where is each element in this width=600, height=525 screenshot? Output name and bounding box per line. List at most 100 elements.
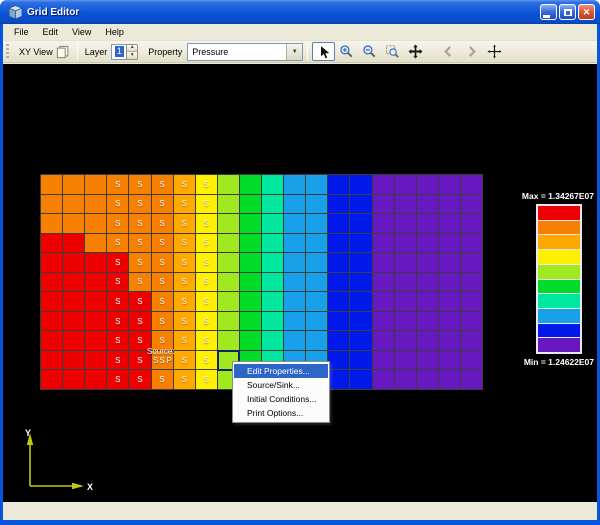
grid-cell[interactable] [395,292,417,312]
grid-cell[interactable] [373,273,395,293]
next-button[interactable] [460,42,483,61]
grid-cell[interactable]: S [129,214,151,234]
grid-cell[interactable] [306,253,328,273]
grid-cell[interactable]: S [152,370,174,390]
grid-cell[interactable]: S [174,253,196,273]
grid-cell[interactable] [240,273,262,293]
grid-cell[interactable]: S [196,292,218,312]
grid-cell[interactable] [328,351,350,371]
menu-file[interactable]: File [7,25,36,39]
grid-cell[interactable] [262,195,284,215]
grid-cell[interactable] [373,351,395,371]
grid-cell[interactable] [328,253,350,273]
grid-cell[interactable] [328,292,350,312]
grid-cell[interactable]: S [174,351,196,371]
grid-cell[interactable] [306,234,328,254]
previous-button[interactable] [437,42,460,61]
grid-cell[interactable] [373,253,395,273]
grid-cell[interactable] [439,195,461,215]
context-menu-item[interactable]: Initial Conditions... [234,392,328,406]
grid-cell[interactable]: S [107,351,129,371]
grid-cell[interactable] [41,175,63,195]
grid-cell[interactable] [439,234,461,254]
grid-cell[interactable] [350,292,372,312]
grid-cell[interactable] [439,214,461,234]
grid-cell[interactable] [373,234,395,254]
toolbar-grip[interactable] [6,44,9,59]
grid-cell[interactable] [350,370,372,390]
grid-cell[interactable]: S [129,370,151,390]
grid-cell[interactable]: S [152,273,174,293]
grid-cell[interactable]: S [107,195,129,215]
grid-cell[interactable] [63,273,85,293]
grid-cell[interactable] [461,292,483,312]
grid-cell[interactable]: S [152,195,174,215]
grid-cell[interactable] [284,175,306,195]
grid-cell[interactable] [439,331,461,351]
grid-cell[interactable]: S [196,234,218,254]
grid-cell[interactable]: S [174,370,196,390]
grid-cell[interactable] [417,175,439,195]
grid-cell[interactable] [284,253,306,273]
close-button[interactable]: ✕ [578,4,595,20]
grid-cell[interactable] [461,370,483,390]
grid-cell[interactable]: S [196,370,218,390]
grid-cell[interactable] [240,214,262,234]
grid-cell[interactable]: S [152,253,174,273]
title-bar[interactable]: Grid Editor ✕ [0,0,600,24]
grid-cell[interactable]: S [196,175,218,195]
grid-cell[interactable] [461,175,483,195]
grid-cell[interactable]: S [196,253,218,273]
grid-cell[interactable] [417,351,439,371]
grid-cell[interactable] [395,175,417,195]
grid-cell[interactable]: S [129,312,151,332]
grid-cell[interactable] [218,195,240,215]
grid-cell[interactable] [63,331,85,351]
grid-cell[interactable]: S [107,370,129,390]
grid-cell[interactable]: S [196,351,218,371]
grid-cell[interactable] [262,312,284,332]
grid-cell[interactable] [350,175,372,195]
grid-cell[interactable]: S [196,214,218,234]
grid-cell[interactable]: S [152,292,174,312]
grid-cell[interactable] [284,273,306,293]
grid-cell[interactable] [85,234,107,254]
grid-cell[interactable] [328,234,350,254]
grid-cell[interactable]: S [107,214,129,234]
grid-cell[interactable] [350,214,372,234]
grid-cell[interactable] [63,312,85,332]
grid-cell[interactable]: S [196,195,218,215]
grid-cell[interactable] [417,370,439,390]
grid-cell[interactable] [395,273,417,293]
grid-cell[interactable] [284,195,306,215]
grid-cell[interactable] [350,351,372,371]
grid-cell[interactable] [350,234,372,254]
grid-cell[interactable] [240,195,262,215]
grid-cell[interactable] [41,195,63,215]
grid-cell[interactable]: S [174,312,196,332]
grid-cell[interactable] [461,351,483,371]
grid-cell[interactable] [85,175,107,195]
menu-view[interactable]: View [65,25,98,39]
grid-cell[interactable] [85,351,107,371]
grid-cell[interactable] [395,195,417,215]
grid-cell[interactable] [417,253,439,273]
grid-cell[interactable] [439,292,461,312]
grid-cell[interactable]: S [152,234,174,254]
grid-cell[interactable] [41,214,63,234]
grid-cell[interactable] [373,331,395,351]
grid-cell[interactable] [218,253,240,273]
grid-cell[interactable] [461,312,483,332]
grid-cell[interactable] [373,175,395,195]
grid-cell[interactable] [85,253,107,273]
grid-cell[interactable] [41,273,63,293]
grid-cell[interactable] [350,273,372,293]
grid-cell[interactable] [41,234,63,254]
layer-spin-down-button[interactable]: ▼ [127,51,137,59]
grid-cell[interactable] [395,312,417,332]
grid-cell[interactable] [262,331,284,351]
grid-cell[interactable]: S [129,253,151,273]
grid-cell[interactable] [306,273,328,293]
grid-cell[interactable]: S [129,234,151,254]
grid-cell[interactable] [373,214,395,234]
